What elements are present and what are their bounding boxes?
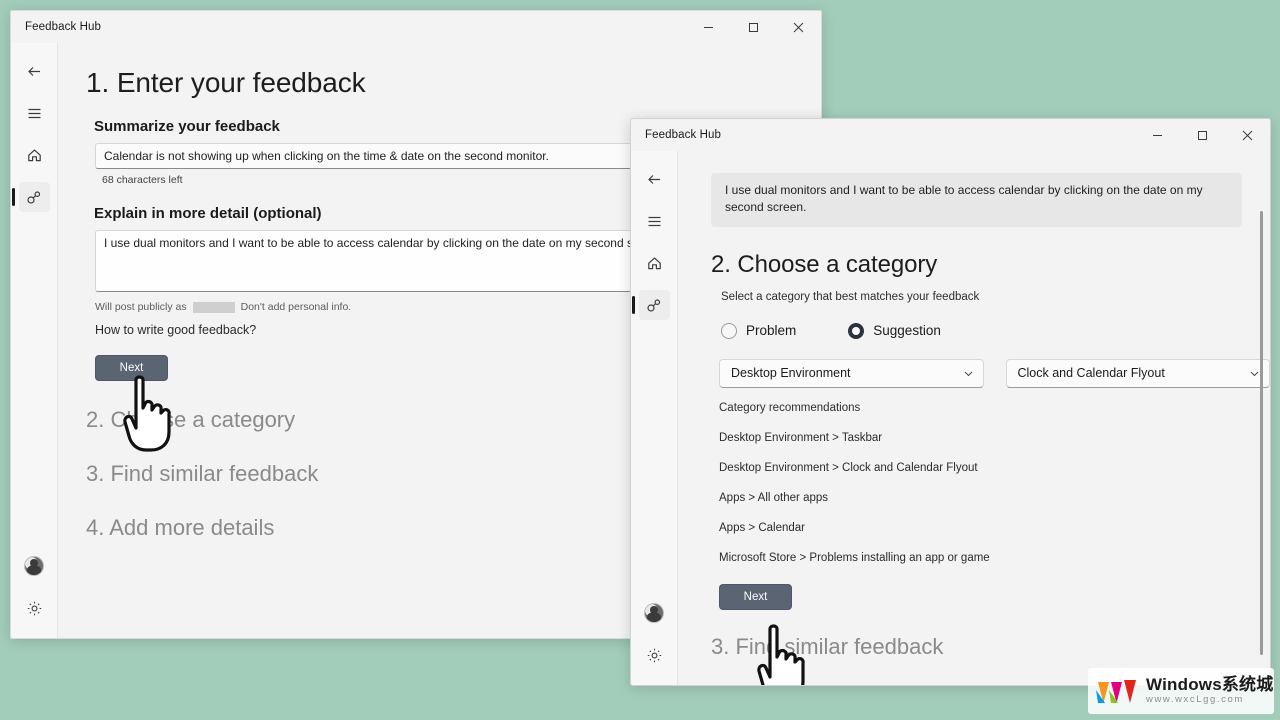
menu-button-back[interactable] — [11, 95, 57, 131]
category-recommendations-title: Category recommendations — [719, 401, 861, 414]
detail-textarea[interactable]: I use dual monitors and I want to be abl… — [95, 230, 695, 292]
detail-textarea-value: I use dual monitors and I want to be abl… — [104, 236, 639, 250]
back-arrow-icon — [639, 164, 670, 194]
category-type-radio-group: Problem Suggestion — [721, 322, 1270, 339]
caption-buttons-back — [686, 11, 821, 43]
back-button-back[interactable] — [11, 53, 57, 89]
sidebar-item-home-front[interactable] — [631, 245, 677, 281]
account-avatar-icon — [19, 551, 50, 581]
next-button-front[interactable]: Next — [719, 583, 792, 610]
window-title-front: Feedback Hub — [645, 129, 721, 141]
feedback-hub-window-front[interactable]: Feedback Hub I use dual monitors and I w… — [630, 118, 1271, 686]
watermark-url: www.wxcLgg.com — [1146, 693, 1244, 705]
feedback-summary-quote: I use dual monitors and I want to be abl… — [711, 173, 1242, 227]
avatar — [644, 603, 664, 623]
summarize-input-value: Calendar is not showing up when clicking… — [104, 149, 549, 163]
settings-gear-icon — [639, 640, 670, 670]
maximize-button-back[interactable] — [731, 11, 776, 43]
sidebar-item-home-back[interactable] — [11, 137, 57, 173]
feedback-icon — [638, 290, 670, 320]
settings-button-back[interactable] — [11, 590, 57, 626]
radio-problem-label: Problem — [746, 323, 797, 339]
summarize-input[interactable]: Calendar is not showing up when clicking… — [95, 143, 695, 169]
watermark-text: Windows系统城 www.wxcLgg.com — [1146, 676, 1273, 706]
titlebar-front[interactable]: Feedback Hub — [631, 119, 1270, 151]
hamburger-menu-icon — [639, 206, 670, 236]
category-dropdown[interactable]: Desktop Environment — [719, 358, 984, 388]
titlebar-back[interactable]: Feedback Hub — [11, 11, 821, 43]
step3-title-front: 3. Find similar feedback — [711, 633, 944, 659]
next-button-back[interactable]: Next — [95, 355, 168, 381]
step2-title-front: 2. Choose a category — [711, 250, 938, 278]
watermark: Windows系统城 www.wxcLgg.com — [1088, 668, 1274, 714]
window-title-back: Feedback Hub — [25, 21, 101, 33]
recommendation-item[interactable]: Apps > All other apps — [719, 492, 1270, 504]
account-button-back[interactable] — [11, 548, 57, 584]
recommendation-item[interactable]: Desktop Environment > Taskbar — [719, 432, 1270, 444]
caption-buttons-front — [1135, 119, 1270, 151]
watermark-logo-icon — [1096, 676, 1140, 706]
recommendation-item[interactable]: Microsoft Store > Problems installing an… — [719, 552, 1270, 564]
minimize-button-front[interactable] — [1135, 119, 1180, 151]
step1-title: 1. Enter your feedback — [86, 67, 366, 98]
sidebar-item-feedback-front[interactable] — [631, 287, 677, 323]
radio-suggestion[interactable]: Suggestion — [848, 322, 941, 339]
vertical-scrollbar[interactable] — [1258, 211, 1265, 655]
nav-rail-bottom-front — [631, 595, 677, 685]
maximize-button-front[interactable] — [1180, 119, 1225, 151]
category-dropdown-value: Desktop Environment — [731, 366, 851, 381]
radio-problem[interactable]: Problem — [721, 322, 797, 339]
home-icon — [639, 248, 670, 278]
back-button-front[interactable] — [631, 161, 677, 197]
nav-rail-front — [631, 151, 678, 685]
avatar — [24, 556, 44, 576]
content-front: I use dual monitors and I want to be abl… — [678, 151, 1270, 685]
radio-suggestion-label: Suggestion — [873, 323, 941, 339]
category-dropdowns: Desktop Environment Clock and Calendar F… — [719, 358, 1270, 388]
sidebar-item-feedback-back[interactable] — [11, 179, 57, 215]
nav-rail-bottom-back — [11, 548, 57, 638]
nav-rail-top-front — [631, 151, 677, 323]
nav-rail-top-back — [11, 43, 57, 215]
settings-gear-icon — [19, 593, 50, 623]
watermark-title: Windows系统城 — [1146, 674, 1274, 694]
radio-suggestion-circle — [848, 322, 865, 339]
recommendation-item[interactable]: Apps > Calendar — [719, 522, 1270, 534]
nav-rail-back — [11, 43, 58, 638]
hamburger-menu-icon — [19, 98, 50, 128]
account-button-front[interactable] — [631, 595, 677, 631]
menu-button-front[interactable] — [631, 203, 677, 239]
subcategory-dropdown-value: Clock and Calendar Flyout — [1017, 366, 1165, 381]
back-arrow-icon — [19, 56, 50, 86]
step2-subtitle: Select a category that best matches your… — [721, 290, 980, 303]
close-button-front[interactable] — [1225, 119, 1270, 151]
privacy-prefix: Will post publicly as — [95, 301, 187, 313]
redacted-username — [192, 301, 235, 313]
scrollbar-thumb[interactable] — [1260, 211, 1263, 655]
account-avatar-icon — [639, 598, 670, 628]
privacy-suffix: Don't add personal info. — [240, 301, 352, 313]
home-icon — [19, 140, 50, 170]
subcategory-dropdown[interactable]: Clock and Calendar Flyout — [1005, 358, 1270, 388]
minimize-button-back[interactable] — [686, 11, 731, 43]
settings-button-front[interactable] — [631, 637, 677, 673]
recommendation-item[interactable]: Desktop Environment > Clock and Calendar… — [719, 462, 1270, 474]
close-button-back[interactable] — [776, 11, 821, 43]
chevron-down-icon — [963, 368, 974, 379]
feedback-icon — [18, 182, 50, 212]
radio-problem-circle — [721, 322, 737, 339]
